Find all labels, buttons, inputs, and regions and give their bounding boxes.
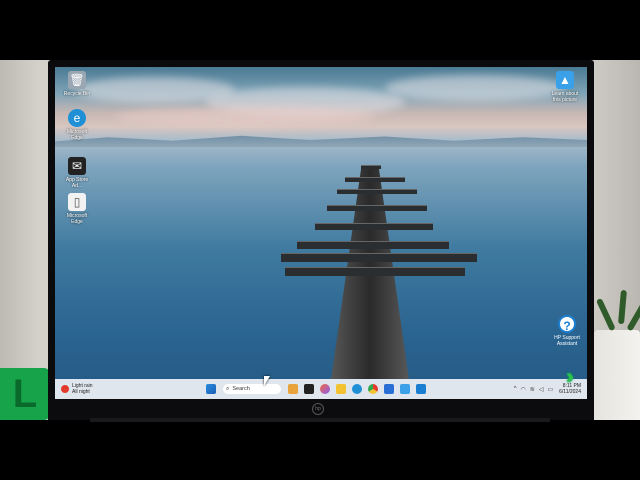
- desktop-icon-label: App Store Ad...: [65, 177, 89, 189]
- pier-beam: [327, 205, 427, 211]
- cloud: [115, 107, 375, 127]
- taskbar: Light rain All night ⌕ Search ^ ◠ ≋ ◁ ▭ …: [55, 379, 587, 399]
- pier-beam: [361, 165, 381, 169]
- search-icon: ⌕: [226, 385, 230, 392]
- clock-date: 6/11/2024: [559, 389, 581, 395]
- search-placeholder: Search: [232, 386, 250, 392]
- store-icon[interactable]: [384, 384, 394, 394]
- desktop-icon-file[interactable]: ▯ Microsoft Edge: [57, 193, 97, 225]
- app-shortcut-icon: ✉: [68, 157, 86, 175]
- app-icon[interactable]: [416, 384, 426, 394]
- image-icon: ▲: [556, 71, 574, 89]
- pier-beam: [337, 189, 417, 194]
- desktop-icon-edge[interactable]: e Microsoft Edge: [57, 109, 97, 141]
- file-explorer-icon[interactable]: [336, 384, 346, 394]
- chrome-icon[interactable]: [368, 384, 378, 394]
- pier-beam: [345, 177, 405, 182]
- photos-icon[interactable]: [400, 384, 410, 394]
- network-icon[interactable]: ◠: [521, 386, 526, 393]
- mountain-range: [55, 135, 587, 147]
- clock[interactable]: 8:11 PM 6/11/2024: [559, 383, 581, 395]
- monitor-stand: [90, 418, 550, 422]
- desktop-icon-app[interactable]: ✉ App Store Ad...: [57, 157, 97, 189]
- recycle-bin-icon: 🗑: [68, 71, 86, 89]
- desktop-icon-recycle-bin[interactable]: 🗑 Recycle Bin: [57, 71, 97, 97]
- system-tray: ^ ◠ ≋ ◁ ▭ 8:11 PM 6/11/2024: [512, 381, 581, 397]
- forward-arrows-icon: ›››: [566, 366, 574, 388]
- widgets-icon[interactable]: [288, 384, 298, 394]
- learn-about-label: Learn about this picture: [551, 91, 579, 103]
- weather-icon: [61, 385, 69, 393]
- brand-logo: L: [0, 368, 50, 420]
- weather-widget[interactable]: Light rain All night: [61, 381, 93, 397]
- desktop-icon-label: Microsoft Edge: [66, 213, 88, 225]
- wifi-icon[interactable]: ≋: [530, 386, 535, 393]
- pier-walkway: [328, 165, 412, 399]
- task-view-icon[interactable]: [304, 384, 314, 394]
- hp-support-assistant[interactable]: ? HP Support Assistant: [547, 315, 587, 347]
- taskbar-center: ⌕ Search: [203, 382, 429, 396]
- desktop-icon-label: Recycle Bin: [63, 91, 91, 97]
- file-icon: ▯: [68, 193, 86, 211]
- edge-icon: e: [68, 109, 86, 127]
- mouse-cursor-icon: [264, 376, 270, 386]
- start-icon[interactable]: [206, 384, 216, 394]
- desktop-icon-label: Microsoft Edge: [66, 129, 88, 141]
- learn-about-picture[interactable]: ▲ Learn about this picture: [545, 71, 585, 103]
- desktop-screen: 🗑 Recycle Bin e Microsoft Edge ✉ App Sto…: [55, 67, 587, 399]
- pier-beam: [281, 253, 477, 262]
- pier-beam: [315, 223, 433, 230]
- pier-beam: [285, 267, 465, 276]
- edge-taskbar-icon[interactable]: [352, 384, 362, 394]
- help-icon: ?: [558, 315, 576, 333]
- cloud: [385, 75, 565, 101]
- weather-forecast: All night: [72, 389, 90, 395]
- volume-icon[interactable]: ◁: [539, 386, 544, 393]
- battery-icon[interactable]: ▭: [547, 386, 553, 393]
- hp-support-label: HP Support Assistant: [554, 335, 580, 347]
- wooden-pier: [265, 165, 477, 399]
- chevron-up-icon[interactable]: ^: [514, 386, 517, 392]
- pier-beam: [297, 241, 449, 249]
- search-input[interactable]: ⌕ Search: [223, 384, 281, 394]
- copilot-icon[interactable]: [320, 384, 330, 394]
- plant-pot: [594, 330, 640, 420]
- hp-logo: hp: [312, 403, 324, 415]
